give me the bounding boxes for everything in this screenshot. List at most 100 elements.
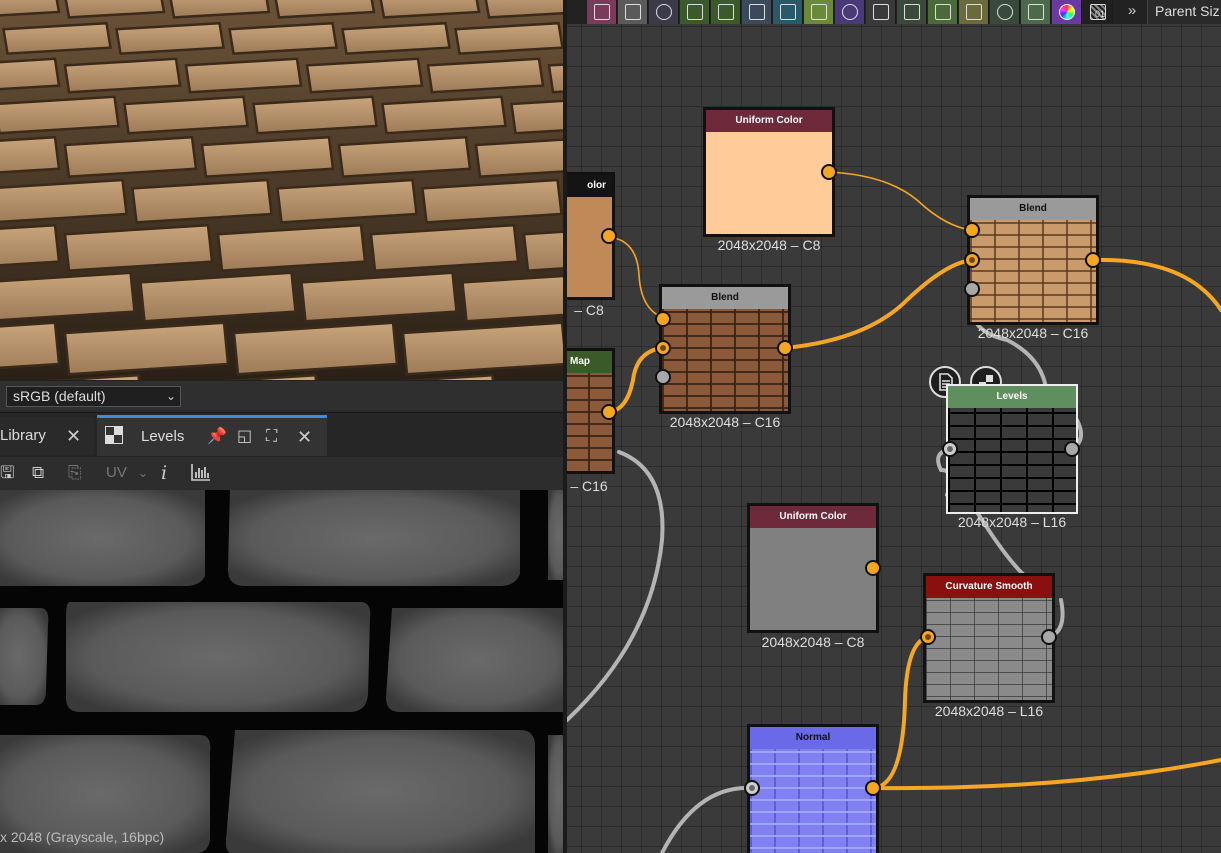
pin-icon[interactable]: 📌 (207, 418, 227, 456)
output-port[interactable] (601, 404, 617, 420)
circle-icon (842, 4, 858, 20)
node-header: Uniform Color (750, 506, 876, 528)
slope-node-button[interactable] (804, 0, 834, 24)
node-thumbnail (706, 132, 832, 234)
wire-orange (872, 635, 931, 790)
brick-3d (228, 21, 338, 55)
save-icon[interactable]: 🖫 (0, 462, 14, 484)
image-info-text: x 2048 (Grayscale, 16bpc) (0, 829, 165, 845)
export-icon[interactable]: ⎘ (68, 462, 82, 484)
color-space-dropdown[interactable]: sRGB (default) ⌄ (6, 386, 181, 407)
brick-3d (276, 178, 418, 224)
brick-3d (115, 21, 225, 55)
copy-icon[interactable]: ⧉ (32, 462, 44, 484)
histogram-node-button[interactable] (1021, 0, 1051, 24)
input-port-background[interactable] (964, 252, 980, 268)
app-root: sRGB (default) ⌄ Library ✕ Levels 📌 ◱ ⛶ … (0, 0, 1221, 853)
output-port[interactable] (777, 340, 793, 356)
brick-3d (63, 135, 198, 178)
2d-view[interactable]: x 2048 (Grayscale, 16bpc) (0, 490, 563, 853)
graph-editor[interactable]: 01 » Parent Siz olor – C8 Map – C16 Unif… (567, 0, 1221, 853)
panel-tab-bar: Library ✕ Levels 📌 ◱ ⛶ ✕ (0, 412, 563, 457)
brick-3d (421, 178, 563, 224)
input-port[interactable] (942, 441, 958, 457)
parent-size-dropdown[interactable]: Parent Siz (1147, 0, 1221, 24)
brick-3d (484, 0, 563, 19)
node-levels[interactable]: Levels (946, 384, 1078, 514)
input-port-mask[interactable] (964, 281, 980, 297)
output-port[interactable] (1085, 252, 1101, 268)
node-header: Curvature Smooth (926, 576, 1052, 598)
shuffle-node-button[interactable] (680, 0, 710, 24)
output-port[interactable] (865, 560, 881, 576)
node-blend-1[interactable]: Blend (659, 284, 791, 414)
input-port-background[interactable] (655, 340, 671, 356)
bitmap-node-button[interactable] (618, 0, 648, 24)
image-node-button[interactable] (587, 0, 617, 24)
node-uniform-color-1[interactable]: Uniform Color (703, 107, 835, 237)
node-header: Map (567, 351, 612, 373)
node-uniform-color-2[interactable]: Uniform Color (747, 503, 879, 633)
curve-icon (718, 4, 734, 20)
maximize-icon[interactable]: ⛶ (266, 418, 277, 456)
image-icon (594, 4, 610, 20)
node-blend-2[interactable]: Blend (967, 195, 1099, 325)
transform-node-button[interactable] (897, 0, 927, 24)
slider-node-button[interactable] (959, 0, 989, 24)
input-port-foreground[interactable] (964, 222, 980, 238)
histogram-icon[interactable] (190, 462, 212, 484)
warp-node-button[interactable] (773, 0, 803, 24)
node-thumbnail (567, 197, 612, 297)
curve-node-button[interactable] (711, 0, 741, 24)
watering-can-node-button[interactable] (928, 0, 958, 24)
gradient-icon (749, 4, 765, 20)
input-port-foreground[interactable] (655, 311, 671, 327)
output-port[interactable] (601, 228, 617, 244)
bitmap-icon (625, 4, 641, 20)
close-icon[interactable]: ✕ (297, 418, 312, 456)
info-icon[interactable]: i (161, 462, 167, 484)
node-normal[interactable]: Normal (747, 724, 879, 853)
slope-icon (811, 4, 827, 20)
close-icon[interactable]: ✕ (66, 417, 81, 455)
node-caption: – C8 (574, 302, 604, 318)
hue-ring-node-button[interactable] (1052, 0, 1082, 24)
brick-3d-render (0, 0, 563, 380)
node-curvature-smooth[interactable]: Curvature Smooth (923, 573, 1055, 703)
contrast-icon (997, 4, 1013, 20)
node-caption: 2048x2048 – L16 (934, 703, 1044, 719)
input-port[interactable] (744, 780, 760, 796)
brick-3d (131, 178, 273, 224)
checker-icon (105, 426, 123, 444)
float-window-icon[interactable]: ◱ (237, 418, 252, 456)
tab-levels-label: Levels (141, 428, 185, 445)
circle-node-button[interactable] (835, 0, 865, 24)
wire-orange (608, 236, 665, 319)
node-caption: – C16 (570, 478, 608, 494)
input-port[interactable] (920, 629, 936, 645)
brick-3d (123, 95, 249, 135)
uv-toggle[interactable]: UV (106, 462, 127, 484)
noise-node-button[interactable]: 01 (1083, 0, 1113, 24)
transform-icon (904, 4, 920, 20)
grid-node-button[interactable] (866, 0, 896, 24)
wire-orange (1092, 257, 1221, 312)
output-port[interactable] (1064, 441, 1080, 457)
output-port[interactable] (821, 164, 837, 180)
output-port[interactable] (1041, 629, 1057, 645)
node-thumbnail (750, 528, 876, 630)
toolbar-overflow-button[interactable]: » (1119, 0, 1145, 24)
chevron-down-icon[interactable]: ⌄ (138, 462, 148, 484)
gradient-node-button[interactable] (742, 0, 772, 24)
drop-node-button[interactable] (649, 0, 679, 24)
tab-library[interactable]: Library ✕ (0, 417, 94, 455)
shuffle-icon (687, 4, 703, 20)
contrast-node-button[interactable] (990, 0, 1020, 24)
brick-3d (252, 95, 378, 135)
tab-levels[interactable]: Levels 📌 ◱ ⛶ ✕ (97, 415, 327, 456)
brick-3d (305, 57, 424, 94)
input-port-mask[interactable] (655, 369, 671, 385)
brick-3d (474, 138, 563, 178)
output-port[interactable] (865, 780, 881, 796)
3d-viewport[interactable] (0, 0, 563, 380)
